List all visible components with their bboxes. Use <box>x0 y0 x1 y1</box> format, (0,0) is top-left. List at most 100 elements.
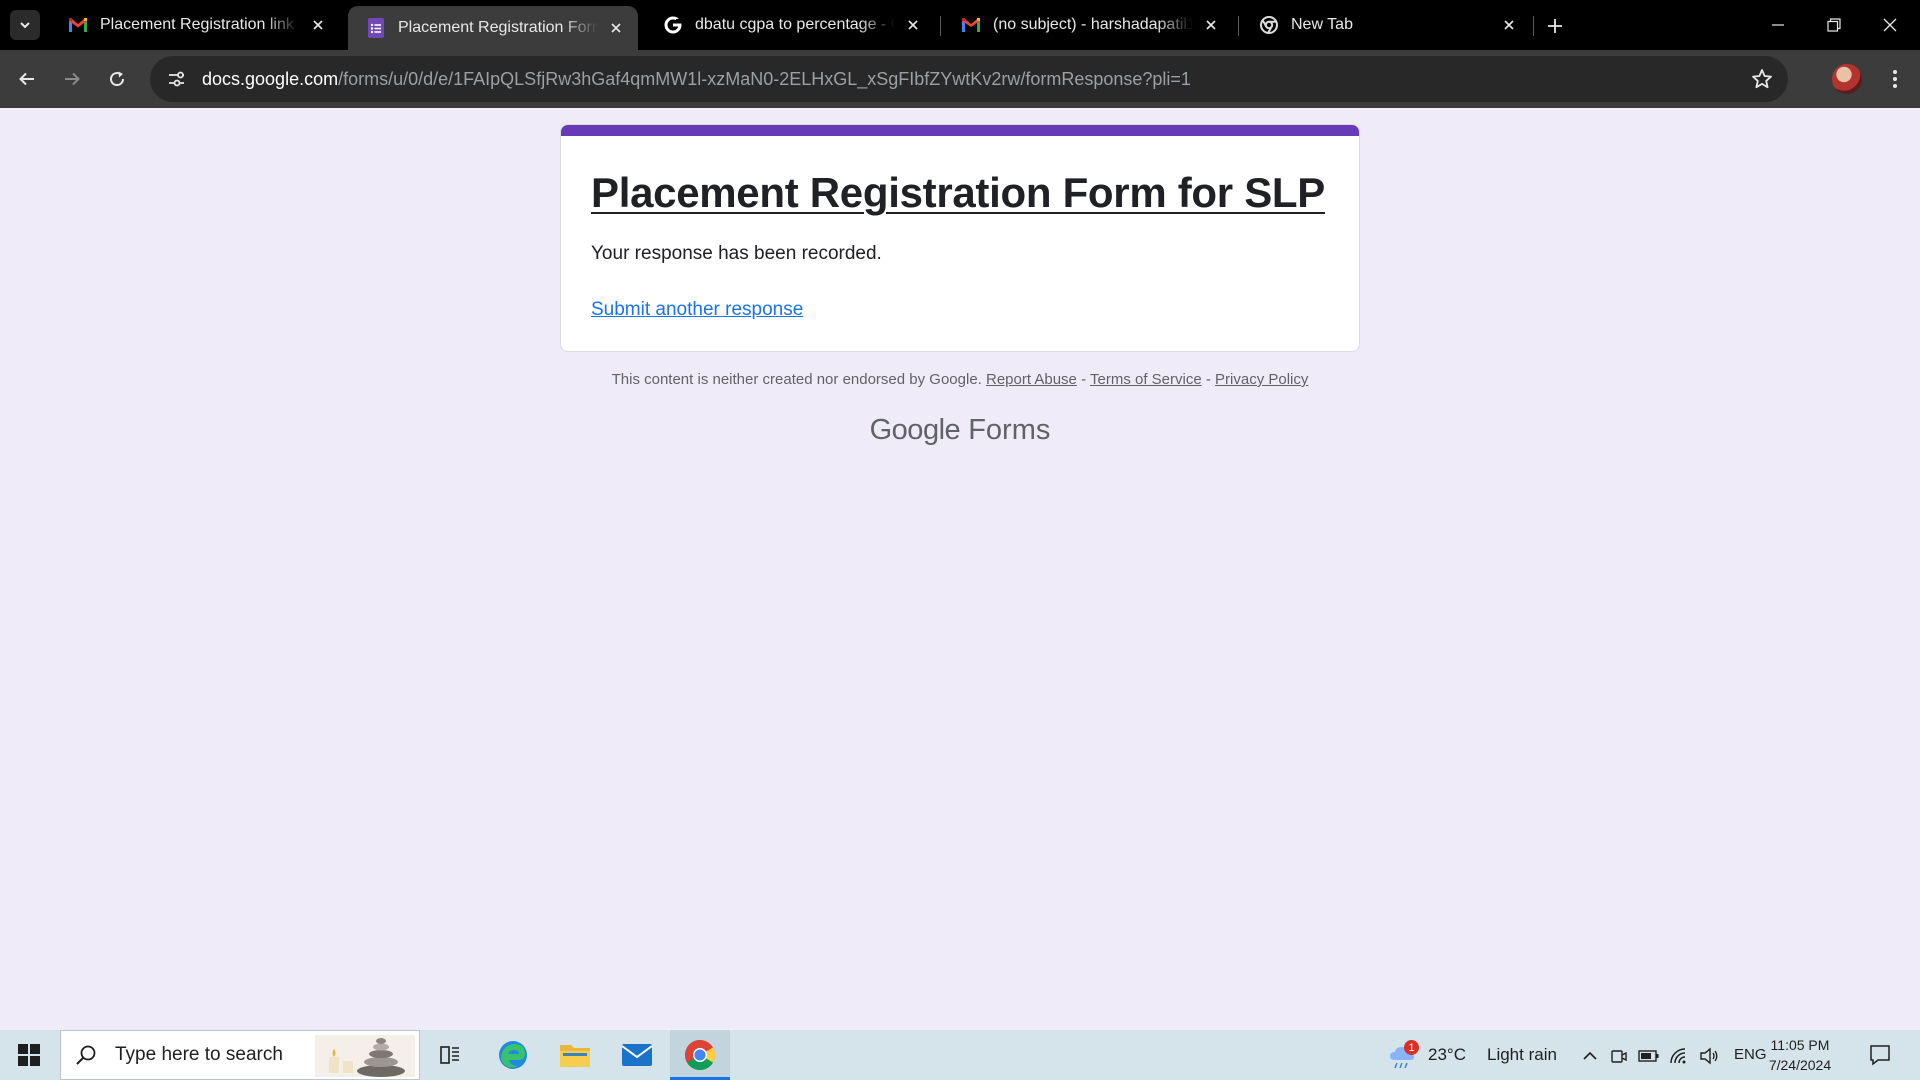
bookmark-star-icon[interactable] <box>1750 67 1774 91</box>
search-placeholder: Type here to search <box>115 1044 283 1065</box>
chrome-icon <box>684 1040 716 1071</box>
tab-title: New Tab <box>1291 16 1353 33</box>
address-bar[interactable]: docs.google.com/forms/u/0/d/e/1FAIpQLSfj… <box>150 56 1788 102</box>
tab-title: Placement Registration Form for SLP <box>398 19 598 36</box>
mail-app-button[interactable] <box>617 1035 657 1075</box>
google-forms-logo[interactable]: Google Forms <box>0 414 1920 447</box>
network-button[interactable] <box>1668 1045 1690 1067</box>
site-info-icon[interactable] <box>156 59 196 99</box>
taskbar-search-box[interactable]: Type here to search <box>60 1030 420 1080</box>
close-tab-icon[interactable] <box>1499 15 1519 35</box>
speaker-icon <box>1700 1047 1718 1065</box>
brand-forms: Forms <box>968 414 1051 446</box>
clock-date: 7/24/2024 <box>1768 1057 1832 1073</box>
edge-browser-button[interactable] <box>493 1035 533 1075</box>
chat-bubble-icon <box>1870 1045 1890 1066</box>
meet-now-button[interactable] <box>1608 1045 1630 1067</box>
notification-center-button[interactable] <box>1868 1043 1892 1067</box>
reload-button[interactable] <box>100 62 134 96</box>
tab-dbatu-cgpa-search[interactable]: dbatu cgpa to percentage - Google Search <box>645 6 935 44</box>
close-tab-icon[interactable] <box>606 18 626 38</box>
weather-temperature[interactable]: 23°C <box>1428 1045 1466 1065</box>
new-tab-button[interactable] <box>1541 12 1569 40</box>
task-view-button[interactable] <box>430 1035 470 1075</box>
close-tab-icon[interactable] <box>308 15 328 35</box>
report-abuse-link[interactable]: Report Abuse <box>986 371 1077 388</box>
tab-strip: Placement Registration link - SLP Placem… <box>0 0 1920 50</box>
google-forms-icon <box>366 18 386 38</box>
footer-separator: - <box>1205 371 1211 388</box>
tab-title: (no subject) - harshadapatil127@gmail.co… <box>993 16 1193 33</box>
url-host: docs.google.com <box>202 68 339 89</box>
response-recorded-message: Your response has been recorded. <box>591 243 882 264</box>
close-window-button[interactable] <box>1862 0 1918 50</box>
battery-icon <box>1638 1050 1659 1062</box>
close-tab-icon[interactable] <box>1201 15 1221 35</box>
submit-another-response-link[interactable]: Submit another response <box>591 299 803 321</box>
folder-icon <box>560 1045 590 1067</box>
disclaimer-text: This content is neither created nor endo… <box>611 371 982 388</box>
tab-search-button[interactable] <box>10 10 40 40</box>
tab-no-subject-gmail[interactable]: (no subject) - harshadapatil127@gmail.co… <box>943 6 1233 44</box>
form-accent-bar <box>561 125 1359 136</box>
weather-description[interactable]: Light rain <box>1487 1045 1557 1065</box>
battery-button[interactable] <box>1638 1045 1660 1067</box>
tab-new-tab[interactable]: New Tab <box>1241 6 1531 44</box>
plus-icon <box>1548 19 1562 33</box>
tab-separator <box>1238 16 1239 36</box>
browser-toolbar: docs.google.com/forms/u/0/d/e/1FAIpQLSfj… <box>0 50 1920 108</box>
forward-button[interactable] <box>55 62 89 96</box>
close-tab-icon[interactable] <box>903 15 923 35</box>
restore-icon <box>1827 18 1841 32</box>
close-icon <box>1883 18 1897 32</box>
terms-of-service-link[interactable]: Terms of Service <box>1090 371 1202 388</box>
tab-placement-registration-link[interactable]: Placement Registration link - SLP <box>50 6 340 44</box>
arrow-right-icon <box>65 72 80 86</box>
volume-button[interactable] <box>1698 1045 1720 1067</box>
chrome-icon <box>1259 15 1279 35</box>
minimize-icon <box>1772 24 1784 26</box>
restore-button[interactable] <box>1806 0 1862 50</box>
tab-title: Placement Registration link - SLP <box>100 16 300 33</box>
footer-disclaimer: This content is neither created nor endo… <box>0 371 1920 388</box>
chevron-down-icon <box>20 22 30 29</box>
form-title: Placement Registration Form for SLP <box>591 169 1325 216</box>
google-icon <box>663 15 683 35</box>
privacy-policy-link[interactable]: Privacy Policy <box>1215 371 1308 388</box>
show-hidden-icons-button[interactable] <box>1579 1045 1601 1067</box>
footer-separator: - <box>1081 371 1087 388</box>
mail-icon <box>621 1044 653 1066</box>
tab-separator <box>940 16 941 36</box>
brand-google: Google <box>869 414 961 446</box>
url-path: /forms/u/0/d/e/1FAIpQLSfjRw3hGaf4qmMW1l-… <box>338 68 1191 89</box>
camera-icon <box>1611 1050 1627 1063</box>
tab-placement-registration-form[interactable]: Placement Registration Form for SLP <box>348 6 638 50</box>
chrome-taskbar-button[interactable] <box>680 1035 720 1075</box>
task-view-icon <box>440 1046 459 1064</box>
form-response-card: Placement Registration Form for SLP Your… <box>560 124 1360 352</box>
back-button[interactable] <box>10 62 44 96</box>
tab-separator <box>1533 16 1534 36</box>
reload-icon <box>110 71 125 87</box>
windows-taskbar: Type here to search 1 23°C Light rain EN… <box>0 1030 1920 1080</box>
url-text: docs.google.com/forms/u/0/d/e/1FAIpQLSfj… <box>202 69 1191 90</box>
more-vert-icon <box>1893 70 1897 88</box>
tab-title: dbatu cgpa to percentage - Google Search <box>695 16 895 33</box>
edge-icon <box>499 1041 527 1069</box>
weather-alert-badge: 1 <box>1404 1040 1419 1055</box>
gmail-icon <box>961 15 981 35</box>
stones-candle-illustration <box>315 1035 415 1077</box>
windows-logo-icon <box>18 1044 40 1066</box>
minimize-button[interactable] <box>1750 0 1806 50</box>
wifi-icon <box>1670 1048 1686 1064</box>
file-explorer-button[interactable] <box>555 1035 595 1075</box>
arrow-left-icon <box>19 72 34 86</box>
profile-avatar[interactable] <box>1832 64 1862 94</box>
search-icon <box>76 1045 96 1065</box>
system-clock[interactable]: 11:05 PM 7/24/2024 <box>1760 1035 1840 1075</box>
chevron-up-icon <box>1583 1051 1597 1060</box>
clock-time: 11:05 PM <box>1770 1037 1830 1053</box>
browser-menu-button[interactable] <box>1880 64 1910 94</box>
gmail-icon <box>68 15 88 35</box>
start-button[interactable] <box>0 1030 58 1080</box>
